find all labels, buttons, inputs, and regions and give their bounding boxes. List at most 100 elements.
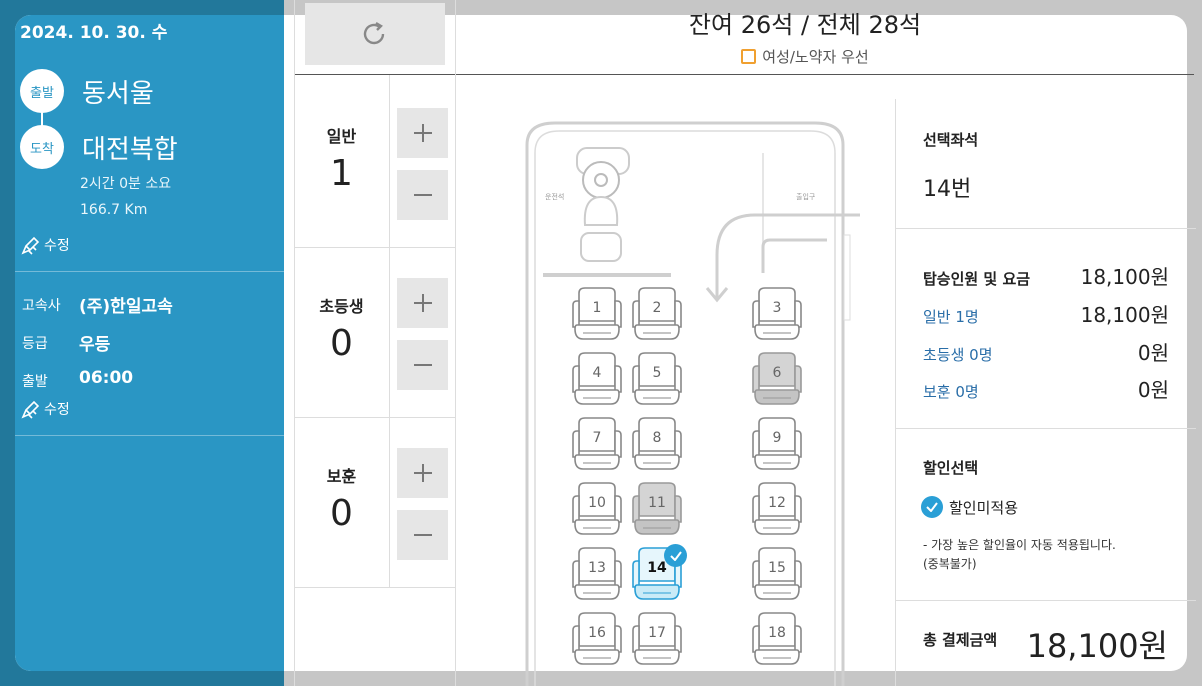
discount-section: 할인선택 할인미적용 - 가장 높은 할인율이 자동 적용됩니다. (중복불가) — [896, 429, 1196, 601]
passenger-label: 일반 — [326, 127, 357, 146]
seat-number: 13 — [588, 560, 606, 576]
discount-note-2: (중복불가) — [923, 557, 977, 571]
column-divider — [389, 75, 390, 587]
veteran-minus-button[interactable] — [397, 510, 448, 560]
plus-icon — [413, 294, 432, 312]
seat-10[interactable]: 10 — [571, 482, 623, 538]
fare-title: 탑승인원 및 요금 — [923, 270, 1031, 288]
counter-divider — [294, 587, 455, 588]
seat-13[interactable]: 13 — [571, 547, 623, 603]
driver-label: 운전석 — [545, 192, 564, 201]
seat-7[interactable]: 7 — [571, 417, 623, 473]
seat-number: 15 — [768, 560, 786, 576]
general-minus-button[interactable] — [397, 170, 448, 220]
seat-5[interactable]: 5 — [631, 352, 683, 408]
sidebar-divider — [15, 435, 284, 436]
fare-row-value: 0원 — [1137, 378, 1169, 402]
fare-row-label: 보훈 0명 — [923, 383, 979, 401]
edit-bus-label: 수정 — [44, 402, 70, 418]
selected-check-icon — [664, 544, 687, 567]
grade-key: 등급 — [22, 336, 48, 352]
seat-18[interactable]: 18 — [751, 612, 803, 668]
seat-number: 1 — [592, 300, 602, 316]
refresh-icon — [363, 21, 385, 45]
total-title: 총 결제금액 — [923, 631, 998, 649]
seat-16[interactable]: 16 — [571, 612, 623, 668]
fare-row: 일반 1명 18,100원 — [923, 299, 1169, 328]
arrive-city: 대전복합 — [82, 135, 178, 165]
seat-2[interactable]: 2 — [631, 287, 683, 343]
fare-row-label: 일반 1명 — [923, 308, 979, 326]
company-key: 고속사 — [22, 298, 61, 314]
fare-section: 탑승인원 및 요금 18,100원 일반 1명 18,100원 초등생 0명 0… — [896, 229, 1196, 429]
general-plus-button[interactable] — [397, 108, 448, 158]
seat-17[interactable]: 17 — [631, 612, 683, 668]
trip-duration: 2시간 0분 소요 — [80, 176, 172, 192]
minus-icon — [413, 194, 432, 196]
passenger-count: 0 — [330, 493, 353, 534]
fare-row-value: 18,100원 — [1080, 303, 1169, 327]
trip-date: 2024. 10. 30. 수 — [20, 23, 168, 43]
plus-icon — [413, 464, 432, 482]
seat-number: 3 — [772, 300, 782, 316]
seat-1[interactable]: 1 — [571, 287, 623, 343]
edit-route-button[interactable]: 수정 — [20, 234, 70, 256]
edit-bus-button[interactable]: 수정 — [20, 398, 70, 420]
discount-option[interactable]: 할인미적용 — [921, 496, 1018, 518]
seat-number: 17 — [648, 625, 666, 641]
seat-number: 10 — [588, 495, 606, 511]
fare-row: 보훈 0명 0원 — [923, 374, 1169, 403]
edit-route-label: 수정 — [44, 238, 70, 254]
priority-color-box — [741, 49, 757, 64]
child-minus-button[interactable] — [397, 340, 448, 390]
fare-row-label: 초등생 0명 — [923, 346, 993, 364]
minus-icon — [413, 534, 432, 536]
seat-12[interactable]: 12 — [751, 482, 803, 538]
seat-3[interactable]: 3 — [751, 287, 803, 343]
seat-number: 8 — [652, 430, 662, 446]
grade-value: 우등 — [79, 335, 111, 355]
discount-option-label: 할인미적용 — [949, 498, 1019, 517]
arrive-badge: 도착 — [20, 125, 64, 169]
door-label: 출입구 — [796, 192, 816, 201]
seat-9[interactable]: 9 — [751, 417, 803, 473]
passenger-label: 보훈 — [326, 467, 357, 486]
seat-number: 16 — [588, 625, 606, 641]
seat-number: 11 — [648, 495, 666, 511]
seat-count-title: 잔여 26석 / 전체 28석 — [688, 11, 922, 39]
fare-row-value: 0원 — [1137, 341, 1169, 365]
seat-number: 6 — [772, 365, 782, 381]
trip-info-sidebar: 2024. 10. 30. 수 출발 동서울 도착 대전복합 2시간 0분 소요… — [15, 15, 284, 671]
seat-number: 7 — [592, 430, 602, 446]
seat-number: 9 — [772, 430, 782, 446]
seat-8[interactable]: 8 — [631, 417, 683, 473]
booking-summary: 선택좌석 14번 탑승인원 및 요금 18,100원 일반 1명 18,100원… — [895, 99, 1196, 686]
refresh-button[interactable] — [305, 3, 445, 65]
trip-distance: 166.7 Km — [80, 202, 148, 218]
passenger-veteran: 보훈 0 — [294, 415, 389, 587]
veteran-plus-button[interactable] — [397, 448, 448, 498]
seat-number: 18 — [768, 625, 786, 641]
seat-4[interactable]: 4 — [571, 352, 623, 408]
minus-icon — [413, 364, 432, 366]
driver-seat-icon — [576, 147, 630, 262]
passenger-count: 0 — [330, 323, 353, 364]
sidebar-divider — [15, 271, 284, 272]
selected-seat-section: 선택좌석 14번 — [896, 99, 1196, 229]
passenger-general: 일반 1 — [294, 75, 389, 247]
seat-15[interactable]: 15 — [751, 547, 803, 603]
depart-time-value: 06:00 — [79, 368, 134, 388]
passenger-count: 1 — [330, 153, 353, 194]
fare-total-row: 탑승인원 및 요금 18,100원 — [923, 261, 1169, 290]
depart-city: 동서울 — [82, 79, 154, 109]
seat-number: 2 — [652, 300, 662, 316]
child-plus-button[interactable] — [397, 278, 448, 328]
discount-title: 할인선택 — [923, 459, 979, 477]
company-value: (주)한일고속 — [79, 297, 173, 317]
seat-number: 4 — [592, 365, 602, 381]
passenger-child: 초등생 0 — [294, 245, 389, 417]
pencil-icon — [21, 400, 40, 419]
seat-11: 11 — [631, 482, 683, 538]
plus-icon — [413, 124, 432, 142]
discount-note: - 가장 높은 할인율이 자동 적용됩니다. — [923, 538, 1116, 552]
